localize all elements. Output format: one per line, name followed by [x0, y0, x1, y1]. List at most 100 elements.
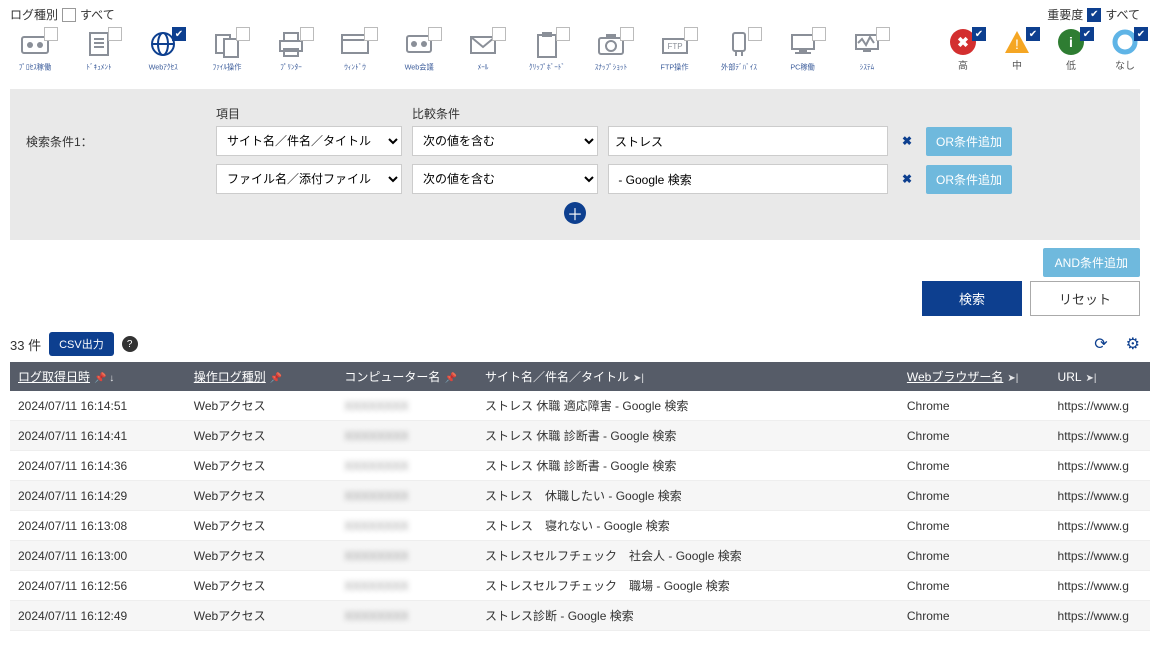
category-webmtg-checkbox[interactable]	[428, 27, 442, 41]
category-mail[interactable]: ﾒｰﾙ	[458, 29, 508, 73]
col-browser[interactable]: Webブラウザー名➤|	[899, 362, 1050, 391]
gear-icon[interactable]: ⚙	[1126, 334, 1140, 354]
severity-high-label: 高	[958, 57, 968, 72]
pin-icon[interactable]: 📌	[270, 373, 282, 384]
category-web-checkbox[interactable]: ✔	[172, 27, 186, 41]
cell-ts: 2024/07/11 16:12:56	[10, 571, 186, 601]
category-clipboard-checkbox[interactable]	[556, 27, 570, 41]
cell-ts: 2024/07/11 16:13:00	[10, 541, 186, 571]
col-title[interactable]: サイト名／件名／タイトル➤|	[477, 362, 899, 391]
col-ts[interactable]: ログ取得日時📌 ↓	[10, 362, 186, 391]
value-input[interactable]	[608, 126, 888, 156]
category-fileop-checkbox[interactable]	[236, 27, 250, 41]
cell-type: Webアクセス	[186, 451, 337, 481]
category-document-checkbox[interactable]	[108, 27, 122, 41]
cell-ts: 2024/07/11 16:14:29	[10, 481, 186, 511]
field-select[interactable]: ファイル名／添付ファイル	[216, 164, 402, 194]
severity-high[interactable]: ✔✖高	[948, 29, 978, 72]
category-printer[interactable]: ﾌﾟﾘﾝﾀｰ	[266, 29, 316, 73]
category-system-checkbox[interactable]	[876, 27, 890, 41]
cell-computer: XXXXXXXX	[336, 541, 477, 571]
compare-select[interactable]: 次の値を含む	[412, 126, 598, 156]
category-window[interactable]: ｳｨﾝﾄﾞｳ	[330, 29, 380, 73]
category-pc[interactable]: PC稼働	[778, 29, 828, 73]
cell-ts: 2024/07/11 16:12:49	[10, 601, 186, 631]
category-fileop[interactable]: ﾌｧｲﾙ操作	[202, 29, 252, 73]
category-window-checkbox[interactable]	[364, 27, 378, 41]
severity-filter: 重要度 ✔ すべて ✔✖高✔!中✔i低✔なし	[938, 6, 1140, 73]
field-select[interactable]: サイト名／件名／タイトル	[216, 126, 402, 156]
severity-mid-checkbox[interactable]: ✔	[1026, 27, 1040, 41]
log-type-all-checkbox[interactable]	[62, 8, 76, 22]
table-row[interactable]: 2024/07/11 16:13:00WebアクセスXXXXXXXXストレスセル…	[10, 541, 1150, 571]
severity-none-checkbox[interactable]: ✔	[1134, 27, 1148, 41]
push-icon[interactable]: ➤|	[1007, 373, 1018, 384]
category-system[interactable]: ｼｽﾃﾑ	[842, 29, 892, 73]
table-row[interactable]: 2024/07/11 16:14:29WebアクセスXXXXXXXXストレス 休…	[10, 481, 1150, 511]
or-condition-button[interactable]: OR条件追加	[926, 165, 1012, 194]
svg-text:FTP: FTP	[667, 42, 682, 51]
cell-title: ストレス 休職 適応障害 - Google 検索	[477, 391, 899, 421]
help-icon[interactable]: ?	[122, 336, 138, 352]
col-url[interactable]: URL➤|	[1050, 362, 1150, 391]
table-row[interactable]: 2024/07/11 16:14:51WebアクセスXXXXXXXXストレス 休…	[10, 391, 1150, 421]
category-process-label: ﾌﾟﾛｾｽ稼働	[19, 63, 51, 73]
category-mail-checkbox[interactable]	[492, 27, 506, 41]
category-system-label: ｼｽﾃﾑ	[860, 63, 874, 73]
csv-export-button[interactable]: CSV出力	[49, 332, 114, 356]
category-web[interactable]: ✔ Webｱｸｾｽ	[138, 29, 188, 73]
severity-none-label: なし	[1115, 57, 1135, 72]
cell-browser: Chrome	[899, 571, 1050, 601]
pin-icon[interactable]: 📌	[444, 373, 456, 384]
table-row[interactable]: 2024/07/11 16:12:56WebアクセスXXXXXXXXストレスセル…	[10, 571, 1150, 601]
col-computer[interactable]: コンピューター名📌	[336, 362, 477, 391]
category-ftp[interactable]: FTP FTP操作	[650, 29, 700, 73]
remove-row-icon[interactable]: ✖	[898, 134, 916, 148]
category-process-checkbox[interactable]	[44, 27, 58, 41]
reset-button[interactable]: リセット	[1030, 281, 1140, 316]
category-extdev-checkbox[interactable]	[748, 27, 762, 41]
category-pc-checkbox[interactable]	[812, 27, 826, 41]
value-input[interactable]	[608, 164, 888, 194]
severity-none[interactable]: ✔なし	[1110, 29, 1140, 72]
add-row-button[interactable]: ＋	[564, 202, 586, 224]
pin-sort-icon[interactable]: 📌 ↓	[94, 373, 114, 384]
or-condition-button[interactable]: OR条件追加	[926, 127, 1012, 156]
search-row-2: ファイル名／添付ファイル 次の値を含む ✖ OR条件追加	[26, 164, 1124, 194]
refresh-icon[interactable]: ⟳	[1094, 334, 1107, 354]
cell-ts: 2024/07/11 16:13:08	[10, 511, 186, 541]
category-snapshot-checkbox[interactable]	[620, 27, 634, 41]
category-webmtg-label: Web会議	[404, 63, 433, 73]
category-document[interactable]: ﾄﾞｷｭﾒﾝﾄ	[74, 29, 124, 73]
category-printer-checkbox[interactable]	[300, 27, 314, 41]
category-ftp-checkbox[interactable]	[684, 27, 698, 41]
cell-url: https://www.g	[1050, 511, 1150, 541]
category-webmtg[interactable]: Web会議	[394, 29, 444, 73]
push-icon[interactable]: ➤|	[1086, 373, 1097, 384]
cell-title: ストレスセルフチェック 職場 - Google 検索	[477, 571, 899, 601]
result-count: 33 件	[10, 335, 41, 354]
category-web-label: Webｱｸｾｽ	[148, 63, 177, 73]
search-row-label: 検索条件1：	[26, 133, 206, 150]
category-snapshot[interactable]: ｽﾅｯﾌﾟｼｮｯﾄ	[586, 29, 636, 73]
table-row[interactable]: 2024/07/11 16:14:41WebアクセスXXXXXXXXストレス 休…	[10, 421, 1150, 451]
table-row[interactable]: 2024/07/11 16:13:08WebアクセスXXXXXXXXストレス 寝…	[10, 511, 1150, 541]
table-row[interactable]: 2024/07/11 16:12:49WebアクセスXXXXXXXXストレス診断…	[10, 601, 1150, 631]
col-type[interactable]: 操作ログ種別📌	[186, 362, 337, 391]
severity-mid[interactable]: ✔!中	[1002, 29, 1032, 72]
category-extdev[interactable]: 外部ﾃﾞﾊﾞｲｽ	[714, 29, 764, 73]
push-icon[interactable]: ➤|	[633, 373, 644, 384]
remove-row-icon[interactable]: ✖	[898, 172, 916, 186]
severity-low-checkbox[interactable]: ✔	[1080, 27, 1094, 41]
category-process[interactable]: ﾌﾟﾛｾｽ稼働	[10, 29, 60, 73]
table-row[interactable]: 2024/07/11 16:14:36WebアクセスXXXXXXXXストレス 休…	[10, 451, 1150, 481]
search-button[interactable]: 検索	[922, 281, 1022, 316]
compare-select[interactable]: 次の値を含む	[412, 164, 598, 194]
severity-high-checkbox[interactable]: ✔	[972, 27, 986, 41]
category-clipboard[interactable]: ｸﾘｯﾌﾟﾎﾞｰﾄﾞ	[522, 29, 572, 73]
cell-computer: XXXXXXXX	[336, 451, 477, 481]
and-condition-button[interactable]: AND条件追加	[1043, 248, 1140, 277]
cell-computer: XXXXXXXX	[336, 511, 477, 541]
severity-low[interactable]: ✔i低	[1056, 29, 1086, 72]
severity-all-checkbox[interactable]: ✔	[1087, 8, 1101, 22]
